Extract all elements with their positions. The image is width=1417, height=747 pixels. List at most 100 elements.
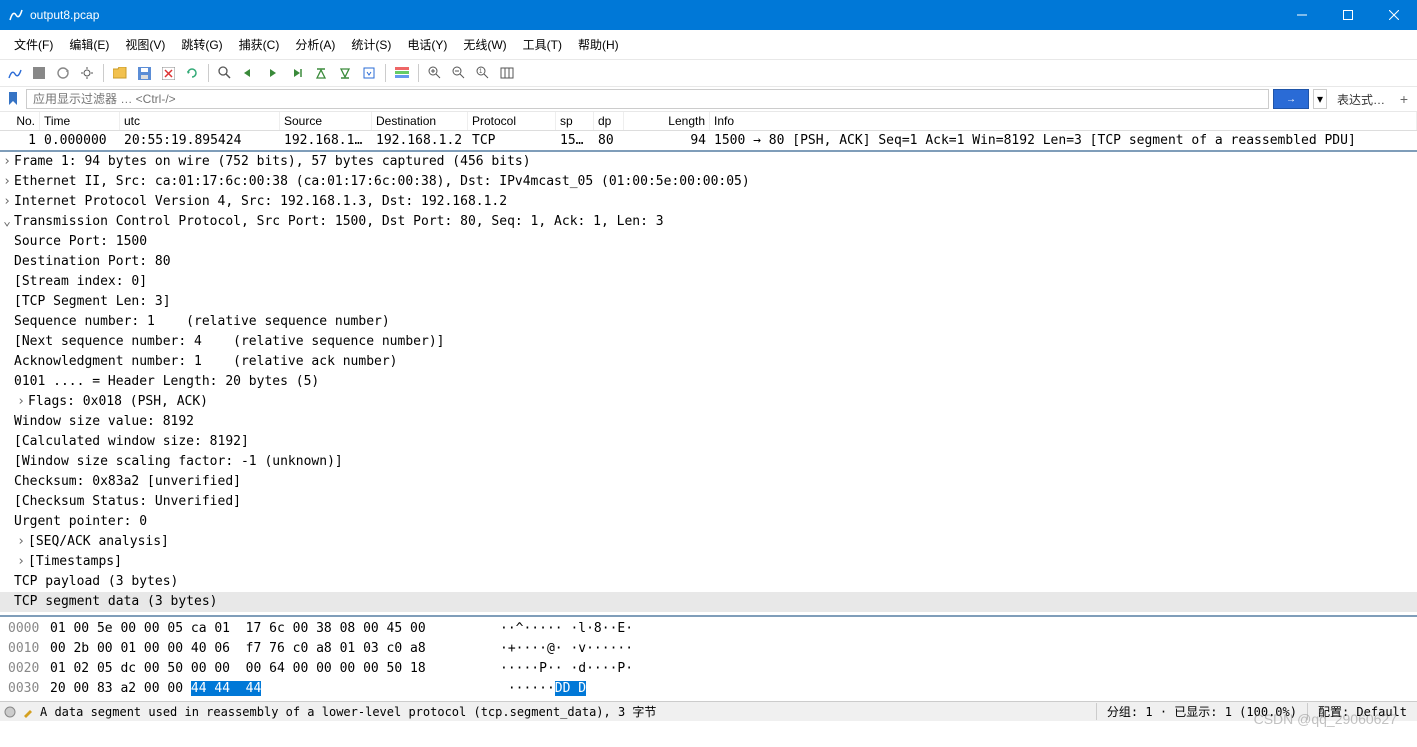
tree-seq[interactable]: Sequence number: 1 (relative sequence nu…	[0, 312, 1417, 332]
menu-tools[interactable]: 工具(T)	[515, 34, 570, 55]
status-profile[interactable]: 配置: Default	[1308, 703, 1417, 720]
col-no[interactable]: No.	[0, 112, 40, 130]
col-dst[interactable]: Destination	[372, 112, 468, 130]
titlebar: output8.pcap	[0, 0, 1417, 30]
chevron-right-icon[interactable]: ›	[14, 392, 28, 412]
tree-ack[interactable]: Acknowledgment number: 1 (relative ack n…	[0, 352, 1417, 372]
hex-selected-bytes: 44 44 44	[191, 681, 261, 696]
tree-hdrlen[interactable]: 0101 .... = Header Length: 20 bytes (5)	[0, 372, 1417, 392]
restart-capture-icon[interactable]	[52, 62, 74, 84]
chevron-down-icon[interactable]: ⌄	[0, 212, 14, 232]
colorize-icon[interactable]	[391, 62, 413, 84]
col-time[interactable]: Time	[40, 112, 120, 130]
tree-label: Sequence number: 1 (relative sequence nu…	[14, 312, 390, 332]
go-forward-icon[interactable]	[262, 62, 284, 84]
tree-ckstat[interactable]: [Checksum Status: Unverified]	[0, 492, 1417, 512]
close-button[interactable]	[1371, 0, 1417, 30]
hex-row[interactable]: 002001 02 05 dc 00 50 00 00 00 64 00 00 …	[0, 659, 1417, 679]
tree-cksum[interactable]: Checksum: 0x83a2 [unverified]	[0, 472, 1417, 492]
menu-stats[interactable]: 统计(S)	[343, 34, 399, 55]
hex-pane[interactable]: 000001 00 5e 00 00 05 ca 01 17 6c 00 38 …	[0, 617, 1417, 701]
tree-label: Urgent pointer: 0	[14, 512, 147, 532]
close-file-icon[interactable]	[157, 62, 179, 84]
col-src[interactable]: Source	[280, 112, 372, 130]
packet-details-pane[interactable]: ›Frame 1: 94 bytes on wire (752 bits), 5…	[0, 152, 1417, 617]
expert-info-icon[interactable]	[4, 706, 16, 718]
zoom-out-icon[interactable]	[448, 62, 470, 84]
menu-go[interactable]: 跳转(G)	[173, 34, 230, 55]
packet-list-header[interactable]: No. Time utc Source Destination Protocol…	[0, 112, 1417, 131]
maximize-button[interactable]	[1325, 0, 1371, 30]
chevron-right-icon[interactable]: ›	[14, 532, 28, 552]
auto-scroll-icon[interactable]	[358, 62, 380, 84]
tree-ip[interactable]: ›Internet Protocol Version 4, Src: 192.1…	[0, 192, 1417, 212]
tree-tcp[interactable]: ⌄Transmission Control Protocol, Src Port…	[0, 212, 1417, 232]
filter-dropdown-icon[interactable]: ▾	[1313, 89, 1327, 109]
menu-wireless[interactable]: 无线(W)	[455, 34, 514, 55]
tree-stream[interactable]: [Stream index: 0]	[0, 272, 1417, 292]
open-file-icon[interactable]	[109, 62, 131, 84]
hex-row[interactable]: 001000 2b 00 01 00 00 40 06 f7 76 c0 a8 …	[0, 639, 1417, 659]
go-first-icon[interactable]	[310, 62, 332, 84]
cell-proto: TCP	[468, 131, 556, 150]
menu-file[interactable]: 文件(F)	[6, 34, 61, 55]
display-filter-input[interactable]	[26, 89, 1269, 109]
edit-icon[interactable]	[22, 706, 34, 718]
tree-frame[interactable]: ›Frame 1: 94 bytes on wire (752 bits), 5…	[0, 152, 1417, 172]
zoom-reset-icon[interactable]: 1	[472, 62, 494, 84]
tree-seglen[interactable]: [TCP Segment Len: 3]	[0, 292, 1417, 312]
tree-ts[interactable]: ›[Timestamps]	[0, 552, 1417, 572]
tree-scale[interactable]: [Window size scaling factor: -1 (unknown…	[0, 452, 1417, 472]
hex-row[interactable]: 0030 20 00 83 a2 00 00 44 44 44 ······DD…	[0, 679, 1417, 699]
col-proto[interactable]: Protocol	[468, 112, 556, 130]
tree-payload[interactable]: TCP payload (3 bytes)	[0, 572, 1417, 592]
col-sp[interactable]: sp	[556, 112, 594, 130]
expression-label[interactable]: 表达式…	[1331, 91, 1391, 108]
reload-file-icon[interactable]	[181, 62, 203, 84]
tree-seqack[interactable]: ›[SEQ/ACK analysis]	[0, 532, 1417, 552]
menu-telephony[interactable]: 电话(Y)	[399, 34, 455, 55]
chevron-right-icon[interactable]: ›	[14, 552, 28, 572]
status-packets: 分组: 1 · 已显示: 1 (100.0%)	[1096, 703, 1308, 720]
hex-bytes: 00 2b 00 01 00 00 40 06 f7 76 c0 a8 01 0…	[50, 639, 490, 659]
menu-edit[interactable]: 编辑(E)	[61, 34, 117, 55]
chevron-right-icon[interactable]: ›	[0, 192, 14, 212]
start-capture-icon[interactable]	[4, 62, 26, 84]
tree-win[interactable]: Window size value: 8192	[0, 412, 1417, 432]
col-dp[interactable]: dp	[594, 112, 624, 130]
go-back-icon[interactable]	[238, 62, 260, 84]
tree-label: [Calculated window size: 8192]	[14, 432, 249, 452]
tree-nextseq[interactable]: [Next sequence number: 4 (relative seque…	[0, 332, 1417, 352]
packet-row[interactable]: 1 0.000000 20:55:19.895424 192.168.1… 19…	[0, 131, 1417, 150]
col-utc[interactable]: utc	[120, 112, 280, 130]
add-filter-button[interactable]: +	[1395, 89, 1413, 109]
chevron-right-icon[interactable]: ›	[0, 152, 14, 172]
go-last-icon[interactable]	[334, 62, 356, 84]
find-packet-icon[interactable]	[214, 62, 236, 84]
tree-calcwin[interactable]: [Calculated window size: 8192]	[0, 432, 1417, 452]
stop-capture-icon[interactable]	[28, 62, 50, 84]
zoom-in-icon[interactable]	[424, 62, 446, 84]
go-to-packet-icon[interactable]	[286, 62, 308, 84]
col-info[interactable]: Info	[710, 112, 1417, 130]
tree-dstport[interactable]: Destination Port: 80	[0, 252, 1417, 272]
tree-eth[interactable]: ›Ethernet II, Src: ca:01:17:6c:00:38 (ca…	[0, 172, 1417, 192]
tree-segdata[interactable]: TCP segment data (3 bytes)	[0, 592, 1417, 612]
menu-analyze[interactable]: 分析(A)	[287, 34, 343, 55]
menu-view[interactable]: 视图(V)	[117, 34, 173, 55]
hex-row[interactable]: 000001 00 5e 00 00 05 ca 01 17 6c 00 38 …	[0, 619, 1417, 639]
apply-filter-button[interactable]: →	[1273, 89, 1309, 109]
menu-capture[interactable]: 捕获(C)	[231, 34, 288, 55]
filter-bar: → ▾ 表达式… +	[0, 87, 1417, 112]
col-len[interactable]: Length	[624, 112, 710, 130]
minimize-button[interactable]	[1279, 0, 1325, 30]
tree-urg[interactable]: Urgent pointer: 0	[0, 512, 1417, 532]
capture-options-icon[interactable]	[76, 62, 98, 84]
save-file-icon[interactable]	[133, 62, 155, 84]
menu-help[interactable]: 帮助(H)	[570, 34, 627, 55]
resize-columns-icon[interactable]	[496, 62, 518, 84]
tree-flags[interactable]: ›Flags: 0x018 (PSH, ACK)	[0, 392, 1417, 412]
tree-srcport[interactable]: Source Port: 1500	[0, 232, 1417, 252]
chevron-right-icon[interactable]: ›	[0, 172, 14, 192]
bookmark-icon[interactable]	[4, 90, 22, 108]
